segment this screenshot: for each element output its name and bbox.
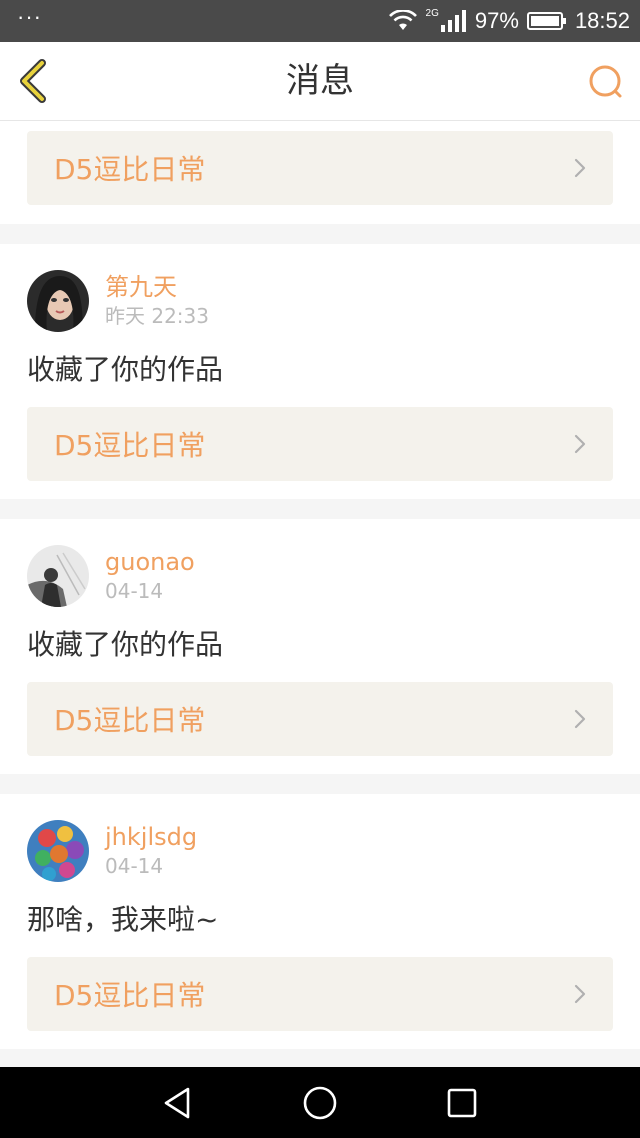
wifi-icon: [388, 10, 418, 32]
timestamp: 昨天 22:33: [105, 304, 209, 328]
battery-percent: 97%: [474, 8, 519, 33]
message-text: 收藏了你的作品: [27, 628, 224, 661]
user-row: 第九天 昨天 22:33: [27, 270, 613, 332]
battery-icon: [526, 11, 567, 31]
nav-home-button[interactable]: [302, 1085, 338, 1121]
work-title: D5逗比日常: [54, 153, 206, 186]
chevron-right-icon: [573, 433, 587, 455]
work-title: D5逗比日常: [54, 704, 206, 737]
network-type: 2G: [425, 7, 439, 19]
user-meta: guonao 04-14: [105, 547, 195, 605]
message-card: 第九天 昨天 22:33 收藏了你的作品 D5逗比日常: [0, 244, 640, 499]
app-header: 消息: [0, 42, 640, 121]
timestamp: 04-14: [105, 854, 164, 878]
username[interactable]: guonao: [105, 547, 195, 577]
message-text: 那啥，我来啦~: [27, 903, 219, 936]
avatar[interactable]: [27, 820, 89, 882]
chevron-right-icon: [573, 157, 587, 179]
notification-dots: ···: [17, 4, 42, 29]
message-text: 收藏了你的作品: [27, 353, 224, 386]
chevron-right-icon: [573, 708, 587, 730]
work-link[interactable]: D5逗比日常: [27, 957, 613, 1031]
circle-home-icon: [303, 1086, 337, 1120]
status-indicators: 2G 97% 18:52: [388, 0, 630, 42]
nav-recent-button[interactable]: [444, 1085, 480, 1121]
work-title: D5逗比日常: [54, 429, 206, 462]
avatar[interactable]: [27, 270, 89, 332]
search-button[interactable]: [586, 62, 626, 102]
clock: 18:52: [574, 8, 630, 33]
user-meta: jhkjlsdg 04-14: [105, 822, 197, 880]
message-card: D5逗比日常: [0, 121, 640, 224]
user-meta: 第九天 昨天 22:33: [105, 272, 209, 330]
username[interactable]: jhkjlsdg: [105, 822, 197, 852]
navigation-bar: [0, 1067, 640, 1138]
message-card: guonao 04-14 收藏了你的作品 D5逗比日常: [0, 519, 640, 774]
message-list: D5逗比日常 第九天 昨天 22:33 收藏了你的作品 D5逗比日常 guona…: [0, 121, 640, 1069]
work-title: D5逗比日常: [54, 979, 206, 1012]
chevron-right-icon: [573, 983, 587, 1005]
square-recent-icon: [447, 1088, 477, 1118]
avatar[interactable]: [27, 545, 89, 607]
username[interactable]: 第九天: [105, 272, 209, 302]
status-bar: ··· 2G 97% 18:52: [0, 0, 640, 42]
message-card: jhkjlsdg 04-14 那啥，我来啦~ D5逗比日常: [0, 794, 640, 1049]
work-link[interactable]: D5逗比日常: [27, 682, 613, 756]
timestamp: 04-14: [105, 579, 164, 603]
user-row: jhkjlsdg 04-14: [27, 820, 613, 882]
nav-back-button[interactable]: [160, 1085, 196, 1121]
page-title: 消息: [286, 61, 354, 101]
signal-icon: [440, 10, 467, 32]
work-link[interactable]: D5逗比日常: [27, 131, 613, 205]
work-link[interactable]: D5逗比日常: [27, 407, 613, 481]
triangle-back-icon: [164, 1087, 190, 1119]
search-icon: [589, 65, 622, 98]
user-row: guonao 04-14: [27, 545, 613, 607]
